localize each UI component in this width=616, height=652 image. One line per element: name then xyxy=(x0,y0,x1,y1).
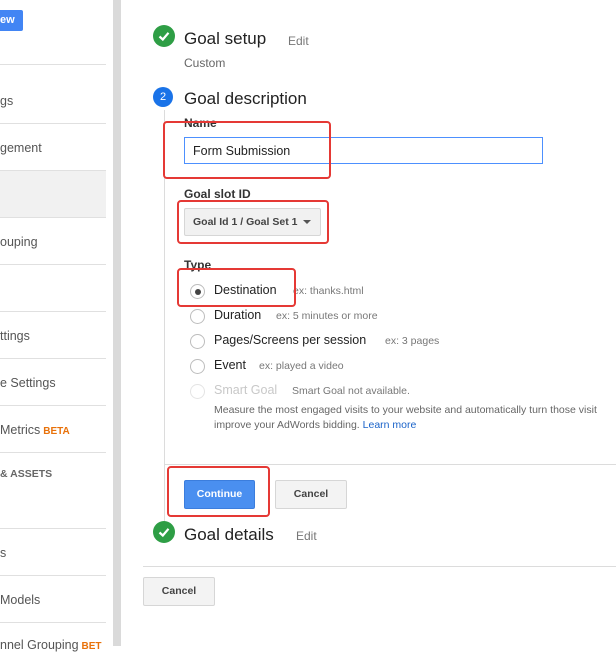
type-option-example: ex: 3 pages xyxy=(385,335,440,347)
goal-setup-value: Custom xyxy=(184,56,226,70)
sidebar-section-assets: & ASSETS xyxy=(0,468,53,480)
type-option-label: Duration xyxy=(214,308,262,322)
sidebar-divider xyxy=(0,575,106,576)
sidebar-item-channel-grouping[interactable]: nnel Grouping BET xyxy=(0,638,102,652)
footer-divider xyxy=(143,566,616,567)
beta-badge: BETA xyxy=(43,426,70,437)
highlight-name-field xyxy=(163,121,331,179)
highlight-goal-slot xyxy=(177,200,329,244)
beta-badge: BET xyxy=(81,641,102,652)
type-option-label: Event xyxy=(214,358,246,372)
sidebar-divider xyxy=(0,405,106,406)
learn-more-link[interactable]: Learn more xyxy=(363,419,417,431)
highlight-destination xyxy=(177,268,296,307)
sidebar-divider xyxy=(0,123,106,124)
type-option-example: ex: 5 minutes or more xyxy=(276,310,378,322)
sidebar-divider xyxy=(0,358,106,359)
type-option-label: Smart Goal xyxy=(214,383,278,397)
radio-pages-per-session[interactable] xyxy=(190,334,205,349)
sidebar-item-grouping[interactable]: ouping xyxy=(0,235,38,249)
sidebar-divider xyxy=(0,528,106,529)
sidebar-divider xyxy=(0,217,106,218)
type-option-smart-goal: Smart Goal Smart Goal not available. xyxy=(190,383,430,403)
sidebar-divider xyxy=(0,452,106,453)
sidebar-divider xyxy=(0,264,106,265)
type-option-duration[interactable]: Duration ex: 5 minutes or more xyxy=(190,308,410,328)
type-option-label: Pages/Screens per session xyxy=(214,333,367,347)
type-option-event[interactable]: Event ex: played a video xyxy=(190,358,370,378)
new-view-button[interactable]: ew xyxy=(0,10,23,31)
sidebar-item-goals-active[interactable] xyxy=(0,171,106,217)
check-icon xyxy=(153,521,175,543)
sidebar-splitter[interactable] xyxy=(113,0,121,646)
type-option-example: ex: thanks.html xyxy=(293,285,364,297)
smart-goal-description: Measure the most engaged visits to your … xyxy=(214,404,597,416)
check-icon xyxy=(153,25,175,47)
highlight-continue xyxy=(167,466,270,517)
radio-duration[interactable] xyxy=(190,309,205,324)
admin-sidebar: ew gs gement ouping ttings e Settings Me… xyxy=(0,0,113,652)
radio-event[interactable] xyxy=(190,359,205,374)
goal-setup-title: Goal setup xyxy=(184,29,267,48)
goal-details-edit-link[interactable]: Edit xyxy=(296,529,317,543)
cancel-button[interactable]: Cancel xyxy=(275,480,347,509)
sidebar-item-site-settings[interactable]: e Settings xyxy=(0,376,56,390)
radio-smart-goal xyxy=(190,384,205,399)
sidebar-divider xyxy=(0,622,106,623)
footer-cancel-button[interactable]: Cancel xyxy=(143,577,215,606)
smart-goal-description-2: improve your AdWords bidding. Learn more xyxy=(214,419,416,431)
sidebar-item-models[interactable]: Models xyxy=(0,593,40,607)
sidebar-item-settings-2[interactable]: ttings xyxy=(0,329,30,343)
sidebar-item-s[interactable]: s xyxy=(0,546,6,560)
sidebar-item-settings[interactable]: gs xyxy=(0,94,13,108)
goal-description-title: Goal description xyxy=(184,89,307,108)
sidebar-item-metrics-label: Metrics xyxy=(0,423,41,437)
goal-details-title: Goal details xyxy=(184,525,274,544)
sidebar-item-channel-grouping-label: nnel Grouping xyxy=(0,638,79,652)
sidebar-item-metrics[interactable]: Metrics BETA xyxy=(0,423,70,437)
goal-setup-edit-link[interactable]: Edit xyxy=(288,34,309,48)
sidebar-divider xyxy=(0,311,106,312)
sidebar-divider xyxy=(0,64,106,65)
type-option-example: ex: played a video xyxy=(259,360,344,372)
type-option-pages-per-session[interactable]: Pages/Screens per session ex: 3 pages xyxy=(190,333,450,353)
type-option-example: Smart Goal not available. xyxy=(292,385,410,397)
step-number-badge: 2 xyxy=(153,87,173,107)
smart-goal-description-text: improve your AdWords bidding. xyxy=(214,419,360,431)
sidebar-item-management[interactable]: gement xyxy=(0,141,42,155)
section-divider xyxy=(165,464,616,465)
goal-slot-label: Goal slot ID xyxy=(184,187,251,201)
